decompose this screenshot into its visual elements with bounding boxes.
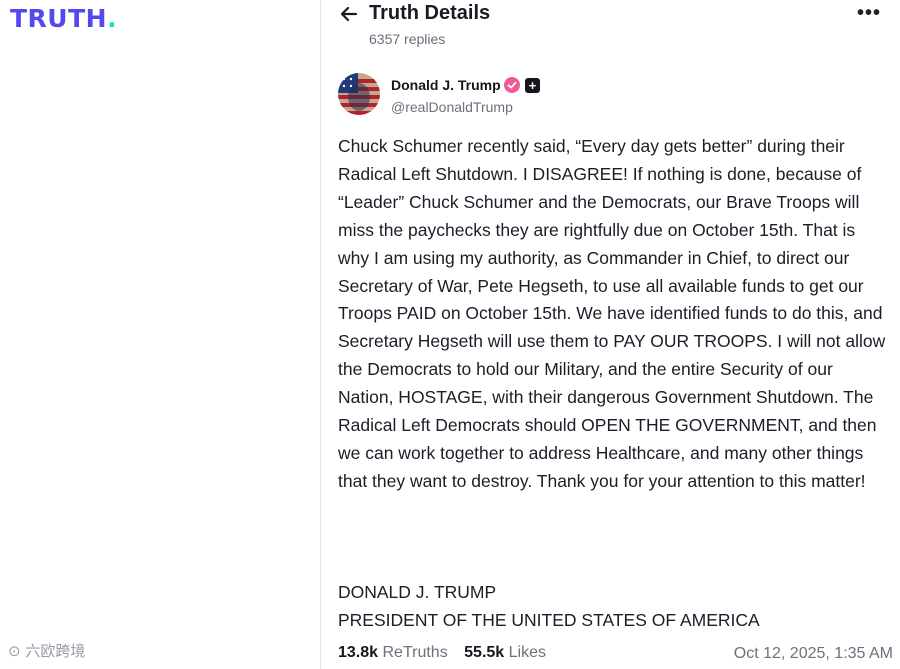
author-handle[interactable]: @realDonaldTrump — [391, 99, 513, 115]
replies-count: 6357 replies — [369, 31, 446, 47]
post-detail-panel: Truth Details 6357 replies ••• Donald J.… — [321, 0, 900, 669]
truth-logo[interactable]: TRUTH. — [10, 4, 117, 33]
page-title: Truth Details — [369, 2, 491, 24]
arrow-left-icon[interactable] — [339, 4, 359, 24]
plus-icon: + — [525, 78, 540, 93]
author-name[interactable]: Donald J. Trump — [391, 77, 501, 93]
left-sidebar: TRUTH. — [0, 0, 320, 669]
verified-badge-icon — [504, 77, 520, 93]
avatar[interactable] — [338, 73, 380, 115]
signature-title: PRESIDENT OF THE UNITED STATES OF AMERIC… — [338, 609, 760, 630]
watermark-logo-icon: ⊙ — [8, 642, 21, 660]
likes-stat[interactable]: 55.5k Likes — [464, 644, 546, 661]
watermark: ⊙ 六欧跨境 — [8, 642, 86, 660]
post-text: Chuck Schumer recently said, “Every day … — [338, 136, 886, 491]
post-content: Chuck Schumer recently said, “Every day … — [338, 133, 890, 496]
more-horizontal-icon[interactable]: ••• — [857, 3, 883, 24]
signature-name: DONALD J. TRUMP — [338, 582, 497, 602]
post-stats: 13.8k ReTruths 55.5k Likes — [338, 644, 558, 662]
post-signature: DONALD J. TRUMP PRESIDENT OF THE UNITED … — [338, 579, 760, 635]
retruths-stat[interactable]: 13.8k ReTruths — [338, 644, 448, 661]
post-timestamp: Oct 12, 2025, 1:35 AM — [733, 645, 893, 662]
